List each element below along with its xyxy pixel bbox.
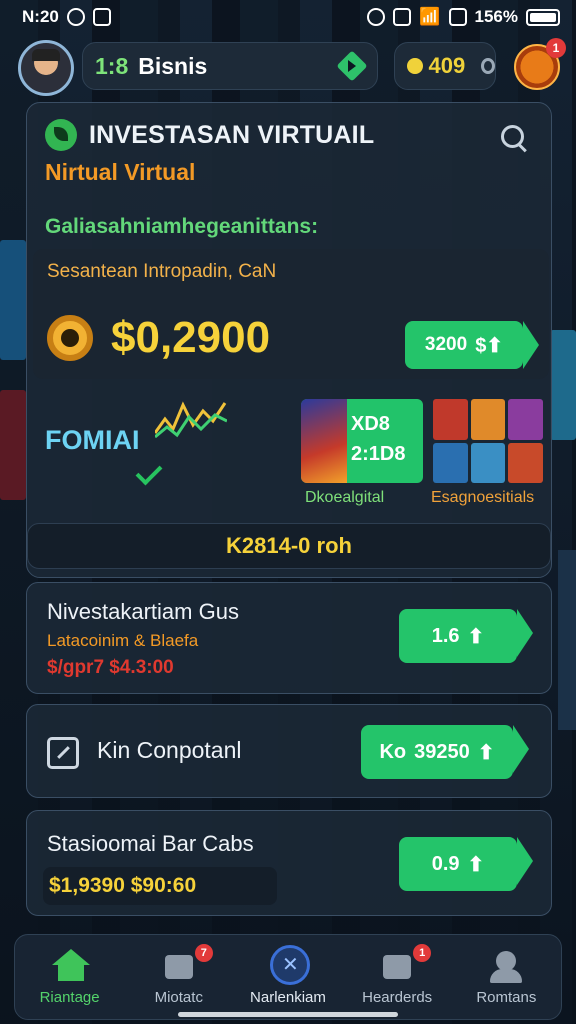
wifi-icon: 📶 [419,7,441,26]
nfc-icon [393,8,412,26]
tab-label: Hearderds [362,988,433,1006]
page-subtitle: Nirtual Virtual [45,159,196,185]
invest-button[interactable]: 0.9 ⬆ [399,837,533,891]
balance-action-button[interactable]: 3200 $⬆ [405,321,539,369]
home-indicator[interactable] [178,1012,398,1017]
compass-icon [269,944,310,985]
coin-balance[interactable]: 409 [394,42,496,90]
game-tiles[interactable] [433,399,543,483]
page-title: INVESTASAN VIRTUAIL [89,120,375,149]
trophy-button[interactable]: 1 [514,38,566,90]
tab-explore[interactable]: Narlenkiam [238,938,338,1016]
user-level: 1:8 [95,52,129,79]
gallery-icon [92,8,111,26]
tab-label: Narlenkiam [250,988,326,1006]
person-icon [488,949,524,983]
building-right [558,550,576,730]
battery-icon [526,8,560,26]
game-tile[interactable] [433,442,468,483]
tab-profile[interactable]: Romtans [456,938,556,1016]
user-pill[interactable]: 1:8 Bisnis [82,42,378,90]
check-icon [135,458,163,486]
fomiai-logo: FOMIAI [45,425,140,455]
search-icon[interactable] [501,125,527,151]
list-item-price: $1,9390 $90:60 [43,867,277,905]
balance-label: Sesantean Intropadin, CaN [47,261,277,282]
settings-icon[interactable] [481,58,495,74]
balance-button-label: 3200 [424,334,468,355]
list-item[interactable]: Stasioomai Bar Cabs $1,9390 $90:60 0.9 ⬆ [26,810,552,916]
sync-icon [66,8,85,26]
promo-line-2: 2:1D8 [351,443,406,465]
tab-label: Riantage [39,988,100,1006]
tab-label: Miotatc [154,988,203,1006]
top-bar: 1:8 Bisnis 409 1 [18,38,566,96]
promo-art [301,399,347,483]
investment-card: INVESTASAN VIRTUAIL Nirtual Virtual Gali… [26,102,552,578]
list-item-price: $/gpr7 $4.3:00 [47,657,174,678]
arrow-diamond-icon[interactable] [336,50,368,82]
list-item-title: Kin Conpotanl [97,737,242,763]
game-tile[interactable] [508,442,543,483]
tab-camera[interactable]: 1 Hearderds [347,938,447,1016]
neon-sign-left-lower [0,390,26,500]
arrow-up-icon: ⬆ [467,625,485,648]
list-item-subtitle: Latacoinim & Blaefa [47,631,199,650]
balance-amount: $0,2900 [111,313,271,362]
tasks-icon [161,949,197,983]
avatar[interactable] [18,40,74,96]
promo-line-1: XD8 [351,413,390,435]
tab-badge: 7 [194,944,213,962]
alarm-icon [367,8,386,26]
promo-banner[interactable]: XD8 2:1D8 [301,399,423,483]
game-tile[interactable] [508,399,543,440]
neon-sign-left [0,240,26,360]
tiles-caption: Esagnoesitials [431,489,535,506]
checkbox-icon[interactable] [47,737,79,769]
tab-badge: 1 [413,944,432,962]
game-tile[interactable] [470,399,506,440]
trend-chart-icon [155,401,227,439]
invest-button-label: 39250 [414,740,470,763]
status-bar: N:20 📶 156% [0,0,576,34]
list-item[interactable]: Nivestakartiam Gus Latacoinim & Blaefa $… [26,582,552,694]
list-item-title: Nivestakartiam Gus [47,599,239,624]
invest-button[interactable]: Ko 39250 ⬆ [361,725,529,779]
balance-panel: Sesantean Intropadin, CaN $0,2900 3200 $… [33,249,549,379]
notification-badge: 1 [546,38,566,58]
medal-icon [47,315,93,361]
list-item-title: Stasioomai Bar Cabs [47,831,254,856]
game-tile[interactable] [433,399,468,440]
home-icon [51,948,90,983]
tab-home[interactable]: Riantage [20,938,120,1016]
section-heading: Galiasahniamhegeanittans: [45,215,319,238]
camera-icon [379,949,415,983]
arrow-up-icon: ⬆ [477,741,495,764]
invest-button-label: 1.6 [431,624,460,647]
dollar-arrow-icon: $⬆ [475,334,504,357]
stat-strip: K2814-0 roh [27,523,551,569]
tab-tasks[interactable]: 7 Miotatc [129,938,229,1016]
promo-caption: Dkoealgital [305,489,385,506]
username: Bisnis [138,52,208,79]
arrow-up-icon: ⬆ [467,853,485,876]
invest-button-label: 0.9 [431,852,460,875]
game-tile[interactable] [470,442,506,483]
sim-icon [448,8,467,26]
invest-button-prefix: Ko [379,740,407,763]
list-item[interactable]: Kin Conpotanl Ko 39250 ⬆ [26,704,552,798]
tab-label: Romtans [476,988,537,1006]
coin-icon [407,58,423,74]
coin-count: 409 [428,53,466,78]
invest-button[interactable]: 1.6 ⬆ [399,609,533,663]
neon-sign-right [550,330,576,440]
battery-percent: 156% [474,7,518,26]
status-time: N:20 [22,7,59,26]
bottom-nav: Riantage 7 Miotatc Narlenkiam 1 Hearderd… [14,934,562,1020]
leaf-icon [45,119,77,151]
